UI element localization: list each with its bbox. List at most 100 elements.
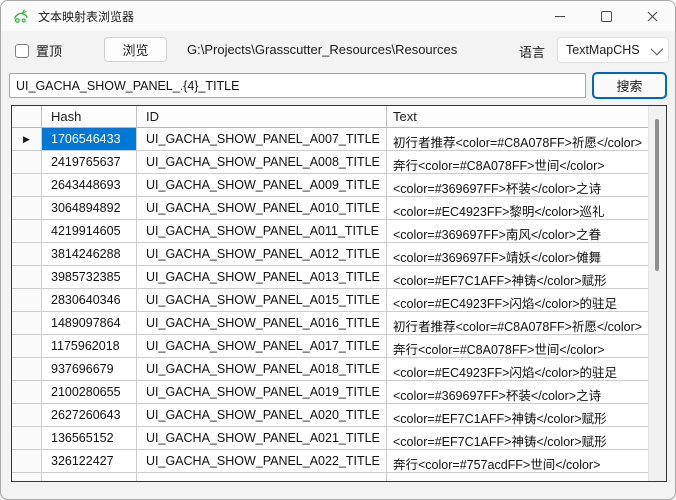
text-cell[interactable]: <color=#369697FF>靖妖</color>傩舞 [387,243,649,266]
table-row: 2100280655UI_GACHA_SHOW_PANEL_A019_TITLE… [12,381,649,404]
id-cell[interactable]: UI_GACHA_SHOW_PANEL_A022_TITLE [137,450,387,473]
grid-body: ▶1706546433UI_GACHA_SHOW_PANEL_A007_TITL… [12,128,649,481]
vertical-scrollbar[interactable] [648,106,666,481]
search-button[interactable]: 搜索 [592,72,667,99]
hash-cell[interactable]: 326122427 [42,450,137,473]
id-cell[interactable]: UI_GACHA_SHOW_PANEL_A021_TITLE [137,427,387,450]
table-row: 1489097864UI_GACHA_SHOW_PANEL_A016_TITLE… [12,312,649,335]
row-selector[interactable] [12,151,42,174]
row-selector[interactable] [12,404,42,427]
text-cell[interactable]: <color=#EC4923FF>黎明</color>巡礼 [387,197,649,220]
text-cell[interactable]: <color=#369697FF>杯装</color>之诗 [387,381,649,404]
id-cell[interactable]: UI_GACHA_SHOW_PANEL_A008_TITLE [137,151,387,174]
id-cell[interactable]: UI_GACHA_SHOW_PANEL_A011_TITLE [137,220,387,243]
column-header-id[interactable]: ID [137,106,387,128]
row-selector[interactable] [12,243,42,266]
corner-header-cell[interactable] [12,106,42,128]
table-row: 3064894892UI_GACHA_SHOW_PANEL_A010_TITLE… [12,197,649,220]
text-cell[interactable]: <color=#369697FF>杯装</color>之诗 [387,174,649,197]
row-selector[interactable] [12,266,42,289]
hash-cell[interactable]: 2830640346 [42,289,137,312]
row-selector[interactable] [12,381,42,404]
text-cell[interactable]: <color=#EF7C1AFF>神铸</color>赋形 [387,404,649,427]
maximize-icon [601,11,612,22]
id-cell[interactable]: UI_GACHA_SHOW_PANEL_A015_TITLE [137,289,387,312]
window-controls [537,1,675,31]
row-selector[interactable] [12,335,42,358]
hash-cell[interactable]: 2627260643 [42,404,137,427]
id-cell[interactable]: UI_GACHA_SHOW_PANEL_A007_TITLE [137,128,387,151]
row-selector[interactable] [12,289,42,312]
id-cell[interactable]: UI_GACHA_SHOW_PANEL_A018_TITLE [137,358,387,381]
row-selector[interactable] [12,312,42,335]
text-cell[interactable]: 初行者推荐<color=#C8A078FF>祈愿</color> [387,128,649,151]
text-cell[interactable]: <color=#EF7C1AFF>神铸</color>赋形 [387,427,649,450]
hash-cell[interactable]: 3814246288 [42,243,137,266]
table-row: 2643448693UI_GACHA_SHOW_PANEL_A009_TITLE… [12,174,649,197]
maximize-button[interactable] [583,1,629,31]
hash-cell[interactable]: 1175962018 [42,335,137,358]
id-cell[interactable]: UI_GACHA_SHOW_PANEL_A017_TITLE [137,335,387,358]
row-selector[interactable] [12,427,42,450]
text-cell[interactable]: 奔行<color=#C8A078FF>世间</color> [387,151,649,174]
hash-cell[interactable] [42,473,137,481]
textmap-table: Hash ID Text ▶1706546433UI_GACHA_SHOW_PA… [11,105,667,482]
text-cell[interactable]: <color=#369697FF>南风</color>之眷 [387,220,649,243]
text-cell[interactable]: 奔行<color=#757acdFF>世间</color> [387,450,649,473]
hash-cell[interactable]: 3985732385 [42,266,137,289]
search-input[interactable] [9,73,586,98]
row-selector[interactable] [12,220,42,243]
row-selector[interactable] [12,450,42,473]
app-window: 文本映射表浏览器 置顶 浏览 G:\Projects\Grasscutter_R… [0,0,676,500]
table-row: 3985732385UI_GACHA_SHOW_PANEL_A013_TITLE… [12,266,649,289]
table-row: 326122427UI_GACHA_SHOW_PANEL_A022_TITLE奔… [12,450,649,473]
pin-on-top-checkbox[interactable]: 置顶 [15,41,62,60]
table-row: 初行者推荐 [12,473,649,481]
row-selector[interactable]: ▶ [12,128,42,151]
id-cell[interactable]: UI_GACHA_SHOW_PANEL_A016_TITLE [137,312,387,335]
language-select[interactable]: TextMapCHS [557,37,669,63]
table-header-row: Hash ID Text [12,106,649,128]
table-row: 937696679UI_GACHA_SHOW_PANEL_A018_TITLE<… [12,358,649,381]
close-icon [647,11,658,22]
text-cell[interactable]: 奔行<color=#C8A078FF>世间</color> [387,335,649,358]
hash-cell[interactable]: 937696679 [42,358,137,381]
hash-cell[interactable]: 136565152 [42,427,137,450]
row-selector[interactable] [12,473,42,481]
text-cell[interactable]: 初行者推荐<color=#C8A078FF>祈愿</color> [387,312,649,335]
window-title: 文本映射表浏览器 [38,8,134,25]
row-selector[interactable] [12,358,42,381]
id-cell[interactable]: UI_GACHA_SHOW_PANEL_A019_TITLE [137,381,387,404]
column-header-text[interactable]: Text [387,106,649,128]
hash-cell[interactable]: 4219914605 [42,220,137,243]
table-row: ▶1706546433UI_GACHA_SHOW_PANEL_A007_TITL… [12,128,649,151]
id-cell[interactable]: UI_GACHA_SHOW_PANEL_A012_TITLE [137,243,387,266]
id-cell[interactable] [137,473,387,481]
scrollbar-thumb[interactable] [655,119,659,271]
hash-cell[interactable]: 2419765637 [42,151,137,174]
text-cell[interactable]: <color=#EC4923FF>闪焰</color>的驻足 [387,358,649,381]
text-cell[interactable]: <color=#EC4923FF>闪焰</color>的驻足 [387,289,649,312]
hash-cell[interactable]: 2100280655 [42,381,137,404]
hash-cell[interactable]: 1706546433 [42,128,137,151]
browse-button[interactable]: 浏览 [104,37,167,62]
minimize-button[interactable] [537,1,583,31]
hash-cell[interactable]: 3064894892 [42,197,137,220]
row-selector[interactable] [12,174,42,197]
text-cell[interactable]: <color=#EF7C1AFF>神铸</color>赋形 [387,266,649,289]
id-cell[interactable]: UI_GACHA_SHOW_PANEL_A009_TITLE [137,174,387,197]
table-row: 2627260643UI_GACHA_SHOW_PANEL_A020_TITLE… [12,404,649,427]
language-label: 语言 [519,42,545,61]
id-cell[interactable]: UI_GACHA_SHOW_PANEL_A020_TITLE [137,404,387,427]
id-cell[interactable]: UI_GACHA_SHOW_PANEL_A010_TITLE [137,197,387,220]
hash-cell[interactable]: 1489097864 [42,312,137,335]
app-icon [12,7,30,25]
language-select-value: TextMapCHS [566,43,640,57]
id-cell[interactable]: UI_GACHA_SHOW_PANEL_A013_TITLE [137,266,387,289]
row-selector[interactable] [12,197,42,220]
close-button[interactable] [629,1,675,31]
hash-cell[interactable]: 2643448693 [42,174,137,197]
table-row: 136565152UI_GACHA_SHOW_PANEL_A021_TITLE<… [12,427,649,450]
text-cell[interactable]: 初行者推荐 [387,473,649,481]
column-header-hash[interactable]: Hash [42,106,137,128]
